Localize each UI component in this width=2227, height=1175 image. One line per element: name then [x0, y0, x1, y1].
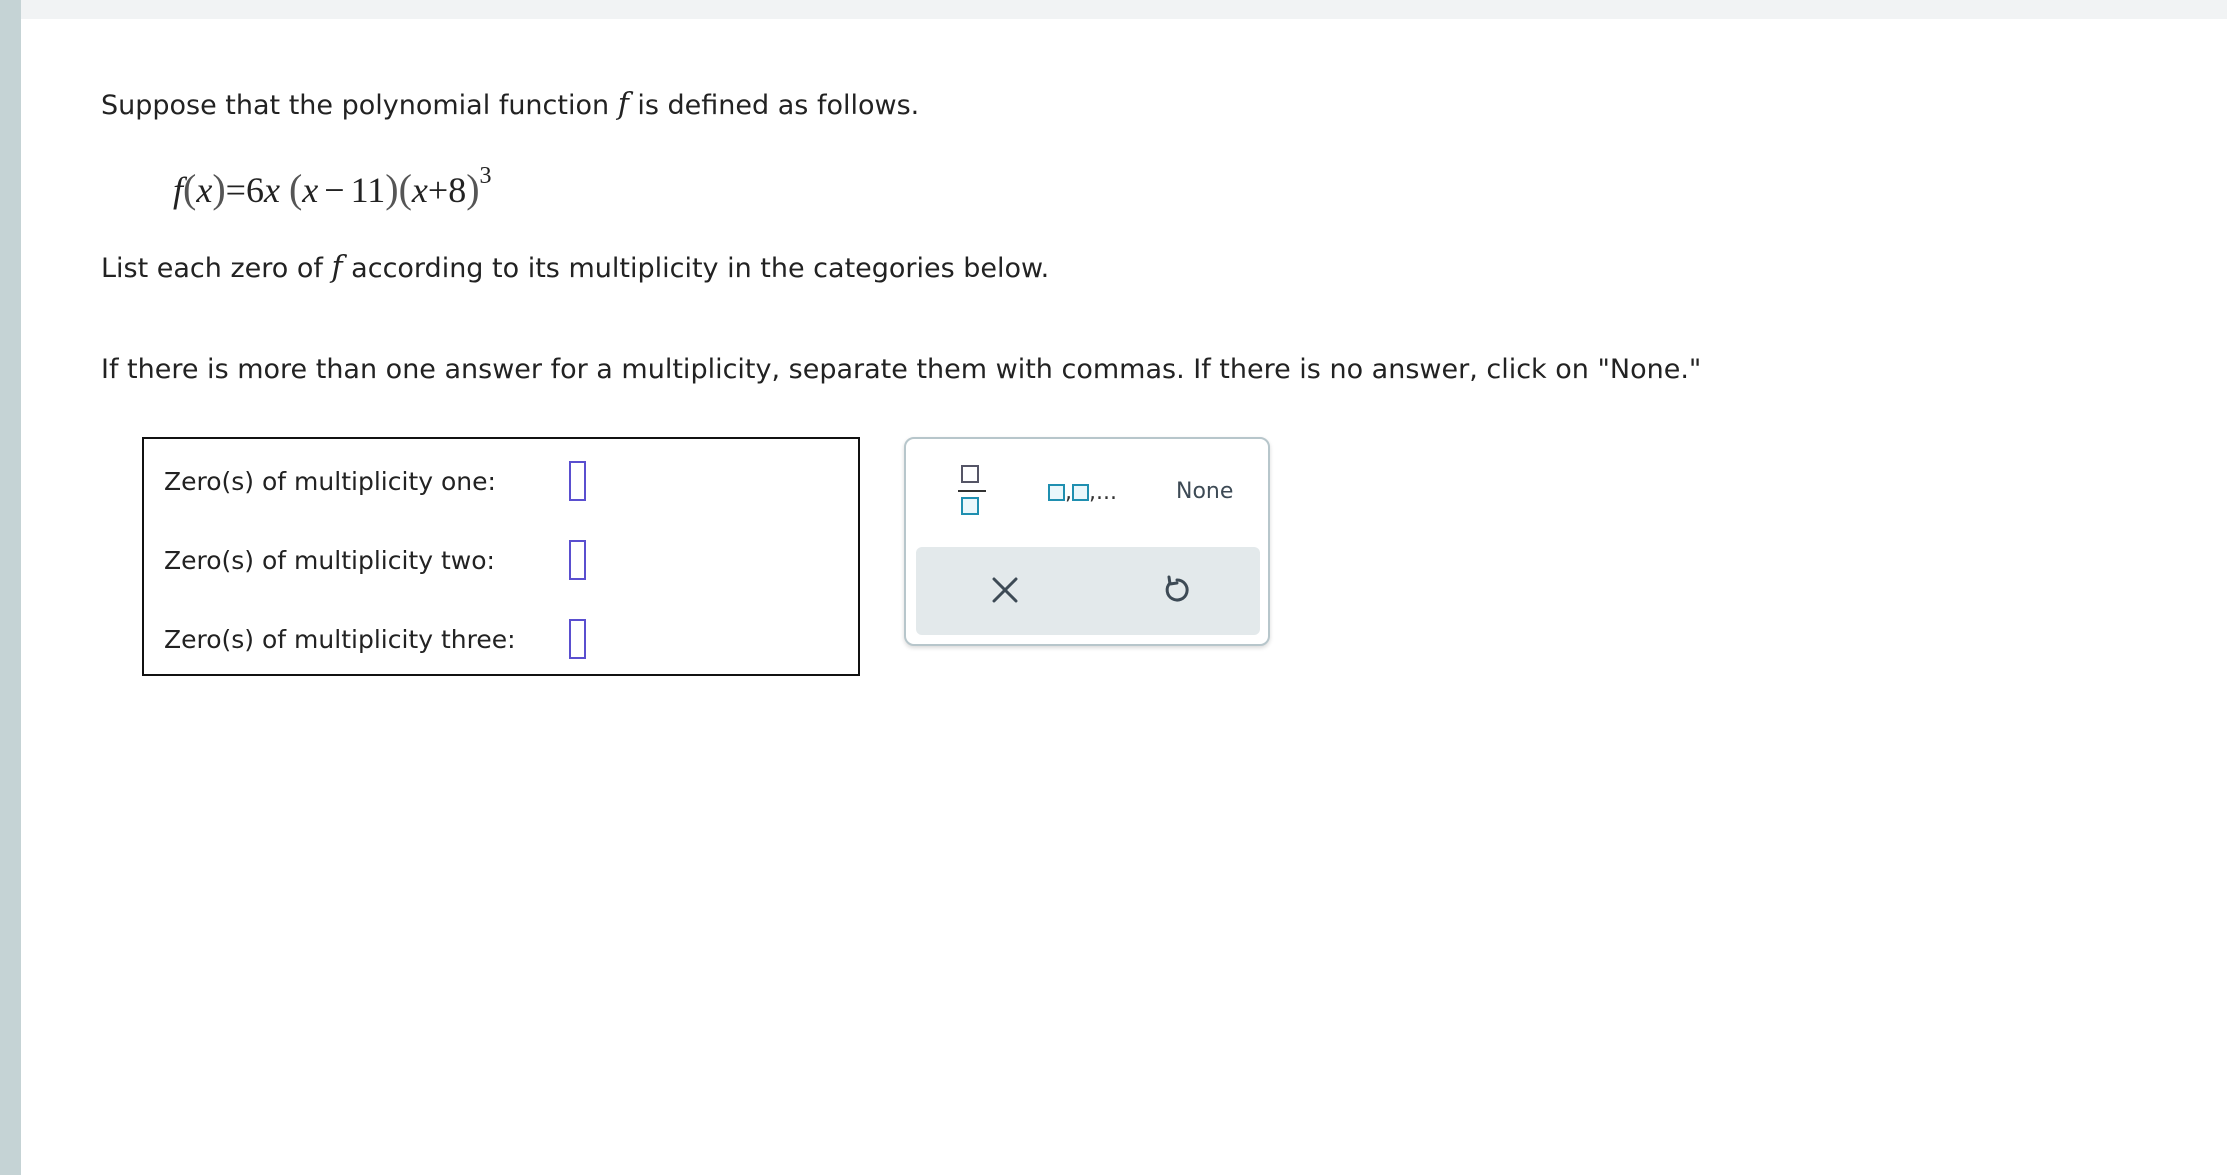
multiplicity-two-input[interactable]	[569, 540, 586, 580]
formula-exponent: 3	[479, 163, 492, 189]
multiplicity-instructions: If there is more than one answer for a m…	[101, 354, 1702, 385]
list-instruction: List each zero of f according to its mul…	[101, 251, 1049, 286]
formula-var: x	[302, 170, 319, 210]
answer-row-one: Zero(s) of multiplicity one:	[164, 456, 586, 506]
multiplicity-one-input[interactable]	[569, 461, 586, 501]
polynomial-formula: f(x)=6x (x −11)(x+8)3	[173, 160, 492, 212]
formula-var: x	[411, 170, 428, 210]
formula-coef: 6	[245, 170, 264, 210]
keypad-action-bar	[916, 547, 1260, 635]
formula-fname: f	[173, 170, 184, 210]
formula-const: 11	[350, 170, 386, 210]
close-icon	[992, 577, 1018, 603]
intro-var: f	[617, 87, 629, 122]
undo-icon	[1165, 575, 1189, 602]
multiplicity-three-input[interactable]	[569, 619, 586, 659]
list-button[interactable]: ,,...	[1048, 479, 1117, 505]
formula-arg: x	[196, 170, 213, 210]
answer-label-one: Zero(s) of multiplicity one:	[164, 466, 496, 496]
formula-paren: (	[288, 166, 303, 211]
answer-label-two: Zero(s) of multiplicity two:	[164, 545, 495, 575]
formula-equals: =	[225, 170, 246, 210]
intro-after: is defined as follows.	[628, 90, 920, 121]
formula-paren: )	[212, 166, 226, 211]
undo-button[interactable]	[1156, 569, 1198, 611]
intro-text: Suppose that the polynomial function f i…	[101, 88, 919, 123]
list-box-icon	[1048, 483, 1065, 501]
fraction-numerator-icon	[961, 465, 979, 483]
fraction-bar-icon	[958, 490, 986, 492]
math-keypad: ,,... None	[904, 437, 1270, 646]
answer-box: Zero(s) of multiplicity one: Zero(s) of …	[142, 437, 860, 676]
clear-button[interactable]	[984, 569, 1026, 611]
list-box-icon	[1072, 483, 1089, 501]
formula-const: 8	[448, 170, 467, 210]
formula-coefvar: x	[263, 170, 280, 210]
list-after: according to its multiplicity in the cat…	[342, 253, 1050, 284]
list-ellipsis: ,...	[1089, 479, 1117, 505]
top-strip	[21, 0, 2227, 19]
formula-paren: )	[466, 166, 480, 211]
fraction-denominator-icon	[961, 497, 979, 515]
answer-label-three: Zero(s) of multiplicity three:	[164, 624, 516, 654]
formula-paren: (	[183, 166, 197, 211]
formula-paren: (	[398, 166, 412, 211]
formula-paren: )	[385, 166, 399, 211]
answer-row-three: Zero(s) of multiplicity three:	[164, 614, 586, 664]
list-separator: ,	[1065, 479, 1072, 505]
none-button[interactable]: None	[1176, 479, 1233, 504]
formula-op: −	[324, 170, 345, 210]
intro-before: Suppose that the polynomial function	[101, 90, 618, 121]
formula-op: +	[427, 170, 449, 210]
fraction-button[interactable]	[958, 463, 986, 521]
left-rail	[0, 0, 21, 1175]
list-var: f	[331, 250, 343, 285]
list-before: List each zero of	[101, 253, 332, 284]
answer-row-two: Zero(s) of multiplicity two:	[164, 535, 586, 585]
